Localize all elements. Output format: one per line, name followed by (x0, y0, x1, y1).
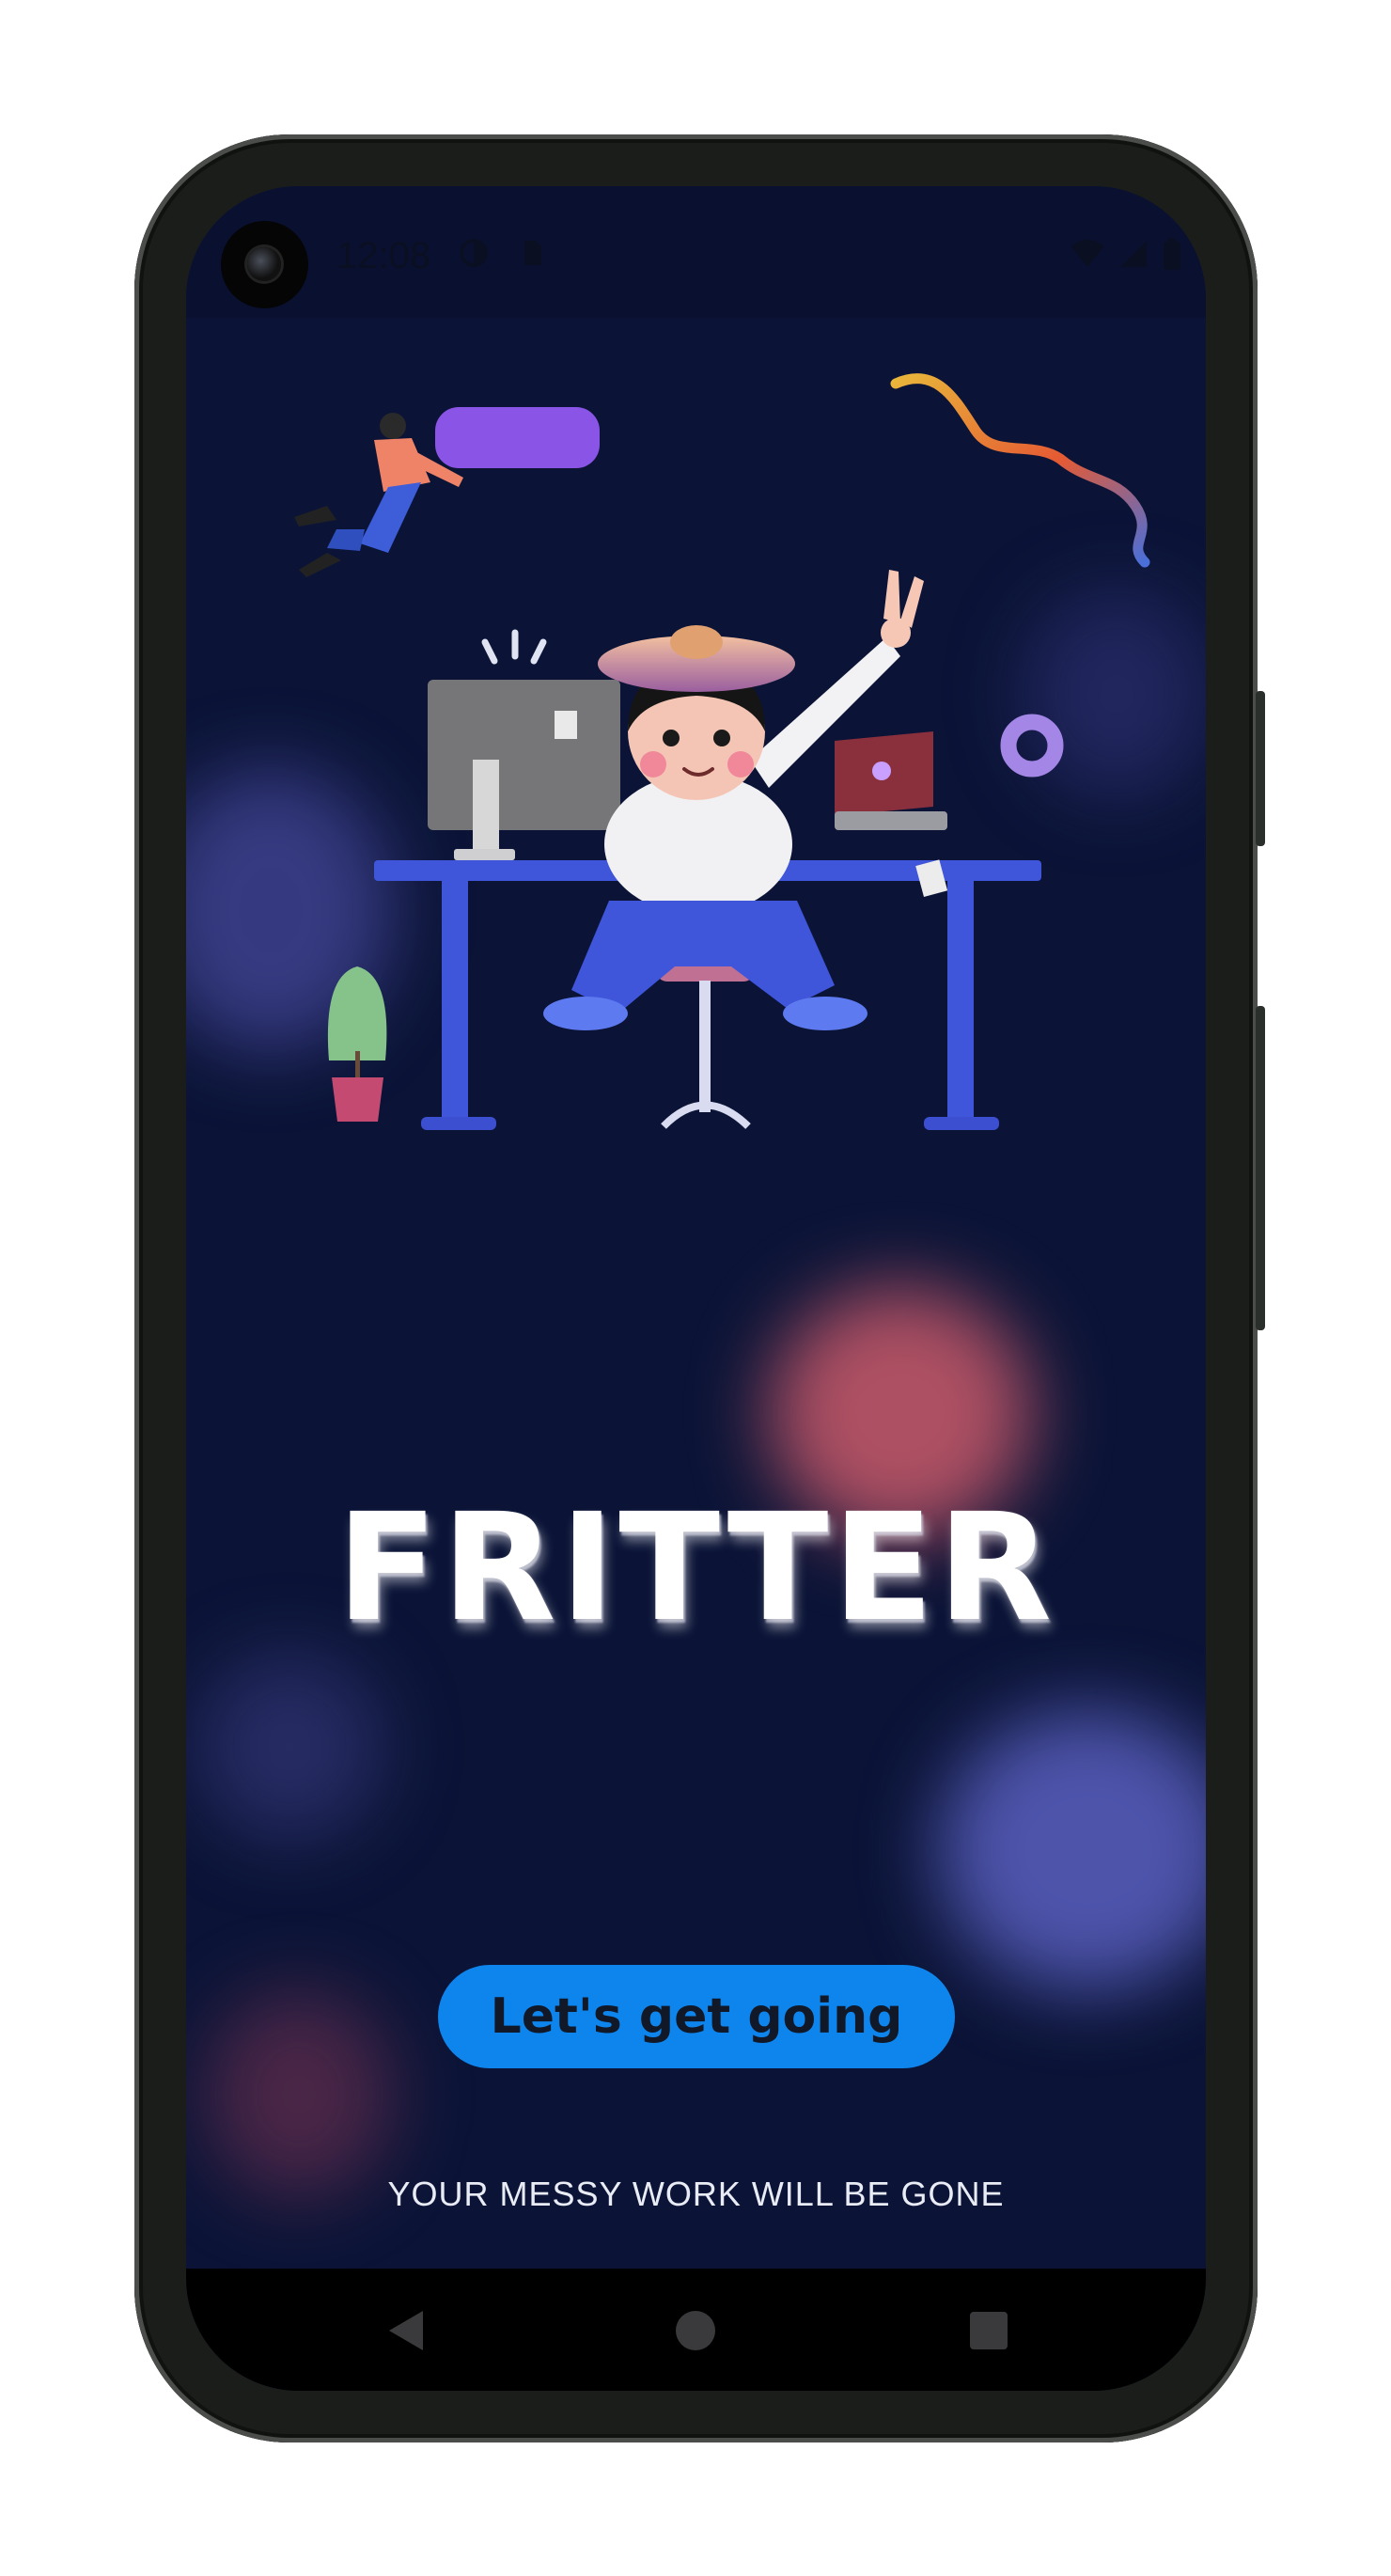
flying-person (294, 407, 600, 577)
chair (656, 957, 755, 1129)
phone-screen: 12:08 FRITTER Let's get going YOUR MESSY… (186, 186, 1206, 2391)
welcome-screen: FRITTER Let's get going YOUR MESSY WORK … (186, 318, 1206, 2269)
back-button[interactable] (377, 2302, 433, 2359)
laptop (835, 731, 947, 830)
cellular-signal-icon (1120, 241, 1147, 267)
data-saver-icon (460, 239, 488, 267)
workspace-illustration (294, 373, 1150, 1130)
app-title: FRITTER (336, 1482, 1056, 1655)
donut-decoration (1000, 714, 1064, 778)
recents-button[interactable] (961, 2302, 1017, 2359)
get-started-button[interactable]: Let's get going (438, 1965, 955, 2068)
background-glow (938, 1709, 1206, 1991)
system-navigation-bar (186, 2269, 1206, 2391)
ribbon-decoration (890, 373, 1150, 568)
home-button[interactable] (667, 2302, 724, 2359)
back-icon (389, 2311, 423, 2350)
battery-icon (1164, 238, 1180, 270)
sim-card-icon (524, 241, 541, 265)
recents-icon (970, 2312, 1008, 2349)
background-glow (195, 1653, 383, 1841)
volume-button (1256, 1006, 1265, 1330)
status-time: 12:08 (336, 235, 431, 276)
home-icon (676, 2311, 715, 2350)
sparks (481, 629, 547, 665)
wifi-icon (1071, 240, 1104, 267)
plant (327, 966, 387, 1122)
status-bar: 12:08 (186, 186, 1206, 318)
monitor (428, 680, 620, 860)
background-glow (205, 1991, 393, 2198)
status-icons (1070, 238, 1182, 270)
power-button (1256, 691, 1265, 846)
front-camera (221, 221, 308, 308)
tagline: YOUR MESSY WORK WILL BE GONE (387, 2175, 1005, 2213)
